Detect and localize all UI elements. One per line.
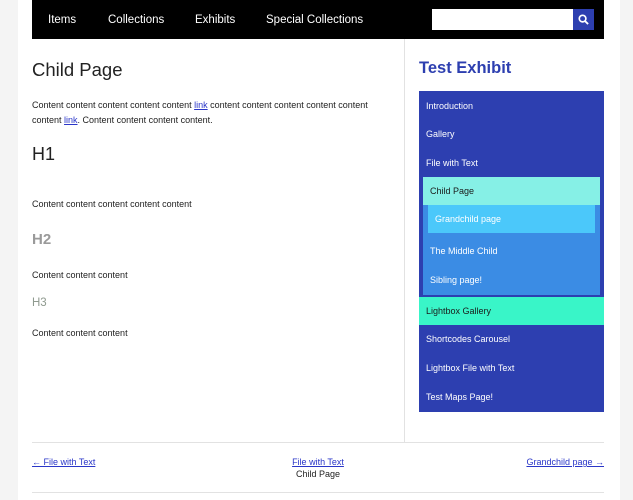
- exhibit-nav-child-page[interactable]: Child Page: [423, 177, 600, 205]
- exhibit-nav: Introduction Gallery File with Text Chil…: [419, 91, 604, 412]
- next-page-link[interactable]: Grandchild page →: [526, 457, 604, 467]
- heading-h2: H2: [32, 231, 52, 248]
- search-icon: [578, 14, 589, 25]
- parent-page-link[interactable]: File with Text: [278, 457, 358, 467]
- column-divider: [404, 39, 405, 442]
- content-paragraph: Content content content content content …: [32, 98, 372, 127]
- content-text-1: Content content content content content: [32, 199, 192, 209]
- heading-h3: H3: [32, 297, 47, 309]
- nav-collections-link[interactable]: Collections: [108, 0, 164, 39]
- exhibit-nav-test-maps-page[interactable]: Test Maps Page!: [419, 383, 604, 411]
- exhibit-subnav: Child Page Grandchild page The Middle Ch…: [423, 177, 600, 295]
- exhibit-nav-introduction[interactable]: Introduction: [419, 92, 604, 120]
- footer-divider-top: [32, 442, 604, 443]
- exhibit-nav-middle-child[interactable]: The Middle Child: [423, 237, 600, 265]
- nav-special-collections-link[interactable]: Special Collections: [266, 0, 363, 39]
- exhibit-nav-lightbox-file-with-text[interactable]: Lightbox File with Text: [419, 354, 604, 382]
- footer-divider-bottom: [32, 492, 604, 493]
- content-text-3: Content content content: [32, 328, 128, 338]
- exhibit-nav-shortcodes-carousel[interactable]: Shortcodes Carousel: [419, 325, 604, 353]
- exhibit-nav-file-with-text[interactable]: File with Text: [419, 149, 604, 177]
- heading-h1: H1: [32, 144, 56, 164]
- previous-page-link[interactable]: ← File with Text: [32, 457, 95, 467]
- search-button[interactable]: [573, 9, 594, 30]
- current-page-label: Child Page: [295, 469, 341, 479]
- exhibit-nav-lightbox-gallery[interactable]: Lightbox Gallery: [419, 297, 604, 325]
- content-link-2[interactable]: link: [64, 115, 78, 125]
- page: Items Collections Exhibits Special Colle…: [18, 0, 620, 500]
- exhibit-nav-grandchild-page[interactable]: Grandchild page: [428, 205, 595, 233]
- exhibit-nav-gallery[interactable]: Gallery: [419, 120, 604, 148]
- content-text-2: Content content content: [32, 270, 128, 280]
- page-title: Child Page: [32, 59, 123, 80]
- exhibit-title[interactable]: Test Exhibit: [419, 59, 511, 78]
- content-link-1[interactable]: link: [194, 100, 208, 110]
- nav-items-link[interactable]: Items: [48, 0, 76, 39]
- para-text-3: . Content content content content.: [77, 114, 213, 125]
- nav-exhibits-link[interactable]: Exhibits: [195, 0, 235, 39]
- search-input[interactable]: [432, 9, 573, 30]
- top-nav: Items Collections Exhibits Special Colle…: [32, 0, 604, 39]
- exhibit-nav-sibling-page[interactable]: Sibling page!: [423, 266, 600, 294]
- para-text-1: Content content content content content: [32, 100, 195, 110]
